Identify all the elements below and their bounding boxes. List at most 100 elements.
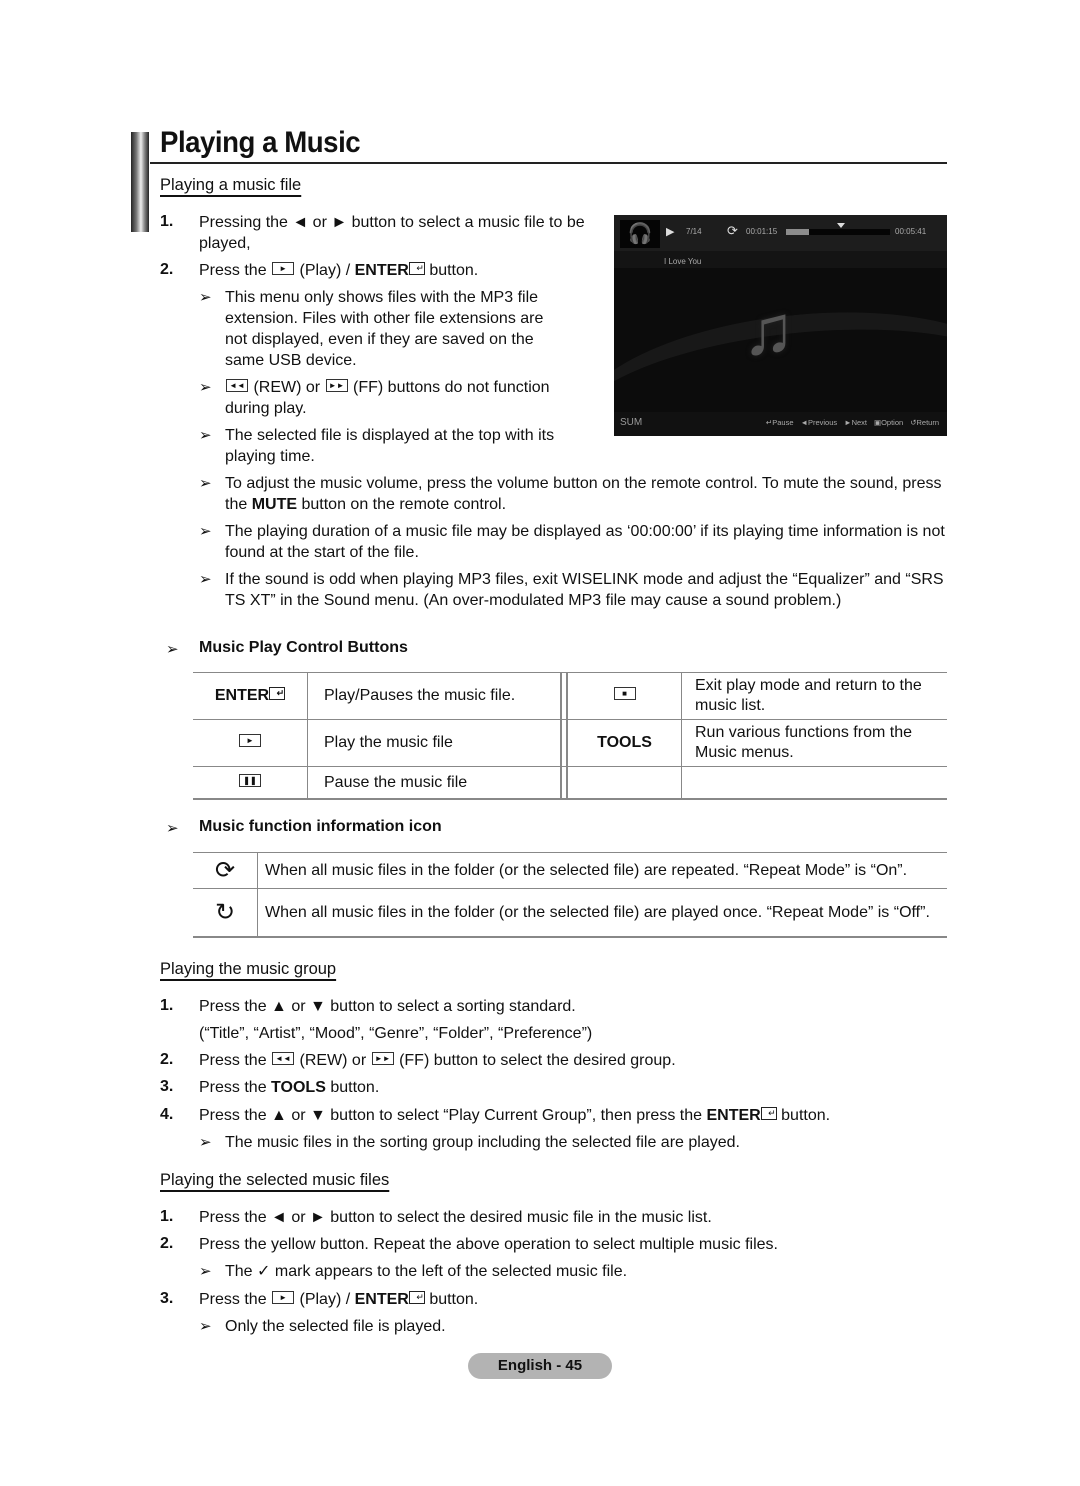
- section-heading-music-group: Playing the music group: [160, 960, 337, 978]
- note-arrow-icon: ➢: [199, 1263, 212, 1280]
- previous-control[interactable]: ◄Previous: [801, 418, 838, 427]
- enter-key-icon: ↵: [760, 1107, 777, 1121]
- desc-cell: Run various functions from the Music men…: [681, 719, 947, 767]
- step-number: 2.: [160, 261, 174, 278]
- section-heading-playing-music-file: Playing a music file: [160, 176, 302, 194]
- step-text: Press the yellow button. Repeat the abov…: [199, 1236, 778, 1253]
- step-number: 3.: [160, 1078, 174, 1095]
- pause-icon: ❚❚: [239, 773, 261, 787]
- function-icons-table: ⟳ When all music files in the folder (or…: [193, 852, 947, 938]
- note-arrow-icon: ➢: [199, 1318, 212, 1335]
- decorative-side-bar: [131, 132, 149, 232]
- key-cell: ENTER ↵: [193, 672, 308, 720]
- icon-description: When all music files in the folder (or t…: [257, 852, 947, 889]
- progress-marker-icon: [836, 223, 845, 228]
- step-number: 1.: [160, 213, 174, 230]
- previous-icon: ◄: [800, 418, 808, 427]
- repeat-icon: ⟳: [727, 223, 738, 238]
- page-title: Playing a Music: [160, 126, 361, 159]
- desc-cell: Play/Pauses the music file.: [307, 672, 561, 720]
- step-text: Press the ► (Play) / ENTER ↵ button.: [199, 262, 479, 279]
- step-number: 1.: [160, 1208, 174, 1225]
- section-heading-selected-files: Playing the selected music files: [160, 1171, 390, 1189]
- music-note-icon: ♫: [742, 291, 795, 369]
- note-arrow-icon: ➢: [199, 523, 212, 540]
- note-text: Only the selected file is played.: [225, 1318, 446, 1335]
- note-arrow-icon: ➢: [199, 289, 212, 306]
- note-text: ◄◄ (REW) or ►► (FF) buttons do not funct…: [225, 379, 550, 417]
- enter-key-icon: ↵: [269, 687, 286, 701]
- note-text: This menu only shows files with the MP3 …: [225, 289, 544, 369]
- option-control[interactable]: ▣Option: [874, 418, 903, 427]
- note-arrow-icon: ➢: [199, 571, 212, 588]
- sorting-options: (“Title”, “Artist”, “Mood”, “Genre”, “Fo…: [199, 1025, 593, 1042]
- step-number: 2.: [160, 1051, 174, 1068]
- note-arrow-icon: ➢: [199, 379, 212, 396]
- step-number: 4.: [160, 1106, 174, 1123]
- title-divider: [150, 162, 947, 164]
- desc-cell: Play the music file: [307, 719, 561, 767]
- device-label: SUM: [620, 417, 643, 428]
- rew-key-icon: ◄◄: [272, 1052, 295, 1066]
- step-text: Press the ▲ or ▼ button to select a sort…: [199, 998, 576, 1015]
- return-control[interactable]: ↺Return: [910, 418, 939, 427]
- page-number-badge: English - 45: [468, 1353, 612, 1379]
- ff-key-icon: ►►: [371, 1052, 394, 1066]
- next-control[interactable]: ►Next: [844, 418, 867, 427]
- key-cell: TOOLS: [567, 719, 682, 767]
- repeat-off-icon: ↻: [193, 888, 258, 938]
- total-time: 00:05:41: [895, 227, 927, 236]
- note-arrow-icon: ➢: [199, 427, 212, 444]
- step-text: Press the ◄ or ► button to select the de…: [199, 1209, 712, 1226]
- rew-key-icon: ◄◄: [226, 379, 248, 393]
- note-text: The selected file is displayed at the to…: [225, 427, 555, 465]
- table-row: ↻ When all music files in the folder (or…: [193, 888, 947, 938]
- play-key-icon: ►: [272, 1291, 295, 1305]
- note-arrow-icon: ➢: [199, 475, 212, 492]
- step-text: Press the TOOLS button.: [199, 1079, 380, 1096]
- key-cell: ■: [567, 672, 682, 720]
- note-text: To adjust the music volume, press the vo…: [225, 475, 942, 513]
- ff-key-icon: ►►: [325, 379, 348, 393]
- song-title: I Love You: [664, 257, 702, 266]
- player-controls: ↵Pause ◄Previous ►Next ▣Option ↺Return: [766, 418, 939, 427]
- icon-description: When all music files in the folder (or t…: [257, 888, 947, 938]
- table-row: ❚❚ Pause the music file: [193, 766, 947, 800]
- enter-key-icon: ↵: [408, 1291, 425, 1305]
- note-text: The music files in the sorting group inc…: [225, 1134, 740, 1151]
- step-number: 3.: [160, 1290, 174, 1307]
- table-row: ► Play the music file TOOLS Run various …: [193, 719, 947, 767]
- music-player-screenshot: 🎧 ▶ 7/14 ⟳ 00:01:15 00:05:41 I Love You …: [614, 215, 947, 436]
- note-text: If the sound is odd when playing MP3 fil…: [225, 571, 944, 609]
- play-state-icon: ▶: [666, 226, 675, 238]
- table-row: ⟳ When all music files in the folder (or…: [193, 852, 947, 889]
- checkmark-icon: ✓: [257, 1263, 271, 1280]
- control-buttons-heading: Music Play Control Buttons: [199, 639, 408, 656]
- key-cell: ►: [193, 719, 308, 767]
- note-arrow-icon: ➢: [166, 820, 179, 837]
- track-counter: 7/14: [686, 227, 702, 236]
- enter-pause-control[interactable]: ↵Pause: [766, 418, 794, 427]
- step-text: Pressing the ◄ or ► button to select a m…: [199, 214, 585, 252]
- play-key-icon: ►: [272, 262, 295, 276]
- step-number: 1.: [160, 997, 174, 1014]
- step-text: Press the ► (Play) / ENTER ↵ button.: [199, 1291, 479, 1308]
- play-icon: ►: [239, 734, 261, 748]
- progress-fill: [786, 229, 809, 235]
- stop-icon: ■: [613, 687, 636, 701]
- elapsed-time: 00:01:15: [746, 227, 778, 236]
- repeat-on-icon: ⟳: [193, 852, 258, 889]
- enter-key-icon: ↵: [408, 262, 425, 276]
- note-text: The ✓ mark appears to the left of the se…: [225, 1263, 628, 1280]
- album-art-headphones-icon: 🎧: [620, 220, 660, 248]
- next-icon: ►: [844, 418, 852, 427]
- step-text: Press the ◄◄ (REW) or ►► (FF) button to …: [199, 1052, 676, 1069]
- note-arrow-icon: ➢: [199, 1134, 212, 1151]
- progress-bar[interactable]: [786, 229, 890, 235]
- control-buttons-table: ENTER ↵ Play/Pauses the music file. ■ Exi…: [193, 672, 947, 800]
- step-text: Press the ▲ or ▼ button to select “Play …: [199, 1107, 831, 1124]
- function-icons-heading: Music function information icon: [199, 818, 442, 835]
- key-cell: [567, 766, 682, 800]
- table-row: ENTER ↵ Play/Pauses the music file. ■ Exi…: [193, 672, 947, 720]
- step-number: 2.: [160, 1235, 174, 1252]
